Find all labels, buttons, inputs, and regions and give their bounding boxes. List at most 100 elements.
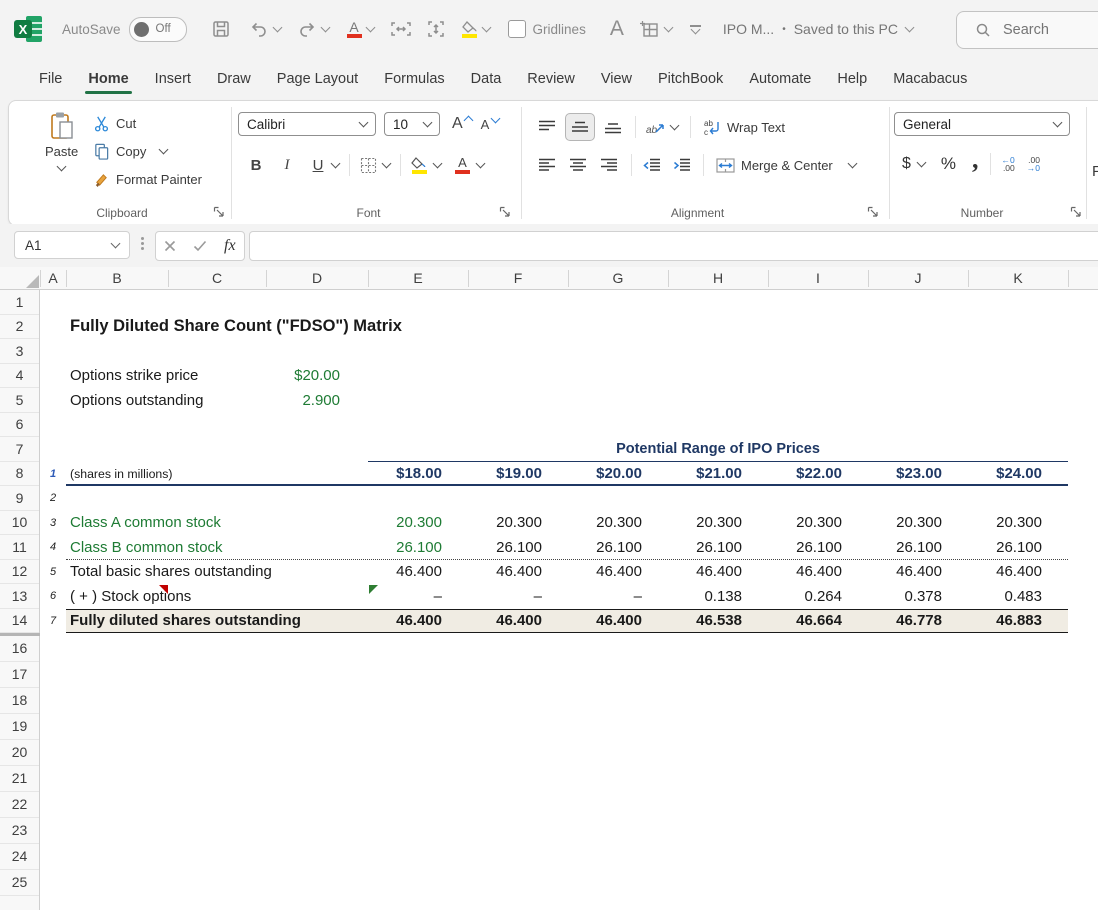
value-cell[interactable]: 26.100: [868, 535, 968, 560]
value-cell[interactable]: 0.483: [968, 584, 1068, 609]
value-cell[interactable]: 46.400: [868, 560, 968, 585]
save-icon[interactable]: [211, 19, 231, 39]
value-cell[interactable]: 46.400: [768, 560, 868, 585]
document-title[interactable]: IPO M...: [723, 21, 774, 37]
number-format-combo[interactable]: General: [894, 112, 1070, 136]
value-cell[interactable]: 20.300: [868, 511, 968, 536]
alignment-dialog-launcher-icon[interactable]: [867, 206, 879, 218]
line-index[interactable]: 2: [40, 486, 66, 511]
font-color-qat-dropdown-icon[interactable]: [365, 22, 375, 32]
value-cell[interactable]: 46.778: [868, 609, 968, 634]
align-right-button[interactable]: [596, 153, 622, 177]
fit-height-icon[interactable]: [426, 20, 446, 38]
hidden-row-15-marker[interactable]: [0, 633, 40, 636]
row-header-1[interactable]: 1: [0, 290, 39, 315]
table-style-dropdown-icon[interactable]: [663, 22, 673, 32]
underline-button[interactable]: U: [306, 153, 330, 177]
tab-macabacus[interactable]: Macabacus: [880, 59, 980, 99]
price-header[interactable]: $18.00: [368, 462, 468, 487]
accounting-format-dropdown-icon[interactable]: [916, 157, 926, 167]
search-box[interactable]: [956, 11, 1098, 49]
value-cell[interactable]: –: [368, 584, 468, 609]
font-color-button[interactable]: A: [455, 157, 470, 174]
font-qat-icon[interactable]: A: [610, 17, 624, 41]
underline-dropdown-icon[interactable]: [331, 158, 341, 168]
ribbon-options-icon[interactable]: [690, 25, 701, 33]
percent-style-button[interactable]: %: [941, 154, 956, 174]
row-header-20[interactable]: 20: [0, 740, 39, 766]
row-header-3[interactable]: 3: [0, 339, 39, 364]
row-header-9[interactable]: 9: [0, 486, 39, 511]
redo-icon[interactable]: [297, 19, 317, 39]
row-label[interactable]: Class A common stock: [66, 511, 356, 536]
shrink-font-button[interactable]: A: [481, 117, 490, 132]
value-cell[interactable]: 46.400: [568, 560, 668, 585]
cut-button[interactable]: Cut: [93, 111, 202, 135]
tab-review[interactable]: Review: [514, 59, 588, 99]
value-cell[interactable]: 20.300: [368, 511, 468, 536]
note-marker-red[interactable]: [159, 585, 168, 594]
borders-dropdown-icon[interactable]: [382, 158, 392, 168]
line-index[interactable]: 5: [40, 560, 66, 585]
column-header-F[interactable]: F: [468, 267, 568, 289]
fill-color-qat-dropdown-icon[interactable]: [481, 22, 491, 32]
tab-insert[interactable]: Insert: [142, 59, 204, 99]
increase-decimal-button[interactable]: ←0.00: [1002, 156, 1015, 172]
align-bottom-button[interactable]: [600, 115, 626, 139]
grow-font-button[interactable]: A: [452, 115, 463, 133]
price-header[interactable]: $19.00: [468, 462, 568, 487]
merge-center-button[interactable]: Merge & Center: [716, 153, 856, 177]
sheet-title[interactable]: Fully Diluted Share Count ("FDSO") Matri…: [66, 315, 586, 340]
align-middle-button[interactable]: [565, 113, 595, 141]
row-header-7[interactable]: 7: [0, 437, 39, 462]
value-cell[interactable]: 20.300: [568, 511, 668, 536]
row-header-13[interactable]: 13: [0, 584, 39, 609]
undo-dropdown-icon[interactable]: [272, 22, 282, 32]
row-header-10[interactable]: 10: [0, 511, 39, 536]
row-header-21[interactable]: 21: [0, 766, 39, 792]
column-header-I[interactable]: I: [768, 267, 868, 289]
column-header-E[interactable]: E: [368, 267, 468, 289]
comma-style-button[interactable]: ,: [972, 155, 979, 165]
column-header-J[interactable]: J: [868, 267, 968, 289]
italic-button[interactable]: I: [275, 153, 299, 177]
align-top-button[interactable]: [534, 115, 560, 139]
font-name-combo[interactable]: Calibri: [238, 112, 376, 136]
fit-width-icon[interactable]: [390, 20, 412, 38]
value-cell[interactable]: 26.100: [768, 535, 868, 560]
value-cell[interactable]: 46.400: [368, 560, 468, 585]
value-cell[interactable]: 0.138: [668, 584, 768, 609]
select-all-corner[interactable]: [26, 275, 39, 288]
value-cell[interactable]: 20.300: [468, 511, 568, 536]
value-cell[interactable]: 20.300: [768, 511, 868, 536]
assumption-value[interactable]: $20.00: [266, 364, 368, 389]
value-cell[interactable]: –: [568, 584, 668, 609]
cancel-icon[interactable]: [164, 240, 176, 252]
flag-marker-green[interactable]: [369, 585, 378, 594]
value-cell[interactable]: 46.538: [668, 609, 768, 634]
font-dialog-launcher-icon[interactable]: [499, 206, 511, 218]
value-cell[interactable]: 46.400: [468, 609, 568, 634]
name-box[interactable]: A1: [14, 231, 130, 259]
units-note[interactable]: (shares in millions): [66, 462, 316, 487]
row-header-22[interactable]: 22: [0, 792, 39, 818]
column-header-K[interactable]: K: [968, 267, 1068, 289]
column-header-B[interactable]: B: [66, 267, 168, 289]
row-label[interactable]: Fully diluted shares outstanding: [66, 609, 356, 634]
gridlines-checkbox[interactable]: [508, 20, 526, 38]
font-size-combo[interactable]: 10: [384, 112, 440, 136]
align-center-button[interactable]: [565, 153, 591, 177]
bold-button[interactable]: B: [244, 153, 268, 177]
row-label[interactable]: Class B common stock: [66, 535, 356, 560]
price-header[interactable]: $24.00: [968, 462, 1068, 487]
decrease-decimal-button[interactable]: .00→0: [1027, 156, 1040, 172]
column-header-D[interactable]: D: [266, 267, 368, 289]
line-index[interactable]: 7: [40, 609, 66, 634]
enter-icon[interactable]: [193, 240, 207, 252]
excel-logo-icon[interactable]: X: [14, 14, 44, 44]
row-header-2[interactable]: 2: [0, 315, 39, 340]
tab-help[interactable]: Help: [824, 59, 880, 99]
tab-draw[interactable]: Draw: [204, 59, 264, 99]
borders-button[interactable]: [360, 157, 377, 174]
tab-pitchbook[interactable]: PitchBook: [645, 59, 736, 99]
